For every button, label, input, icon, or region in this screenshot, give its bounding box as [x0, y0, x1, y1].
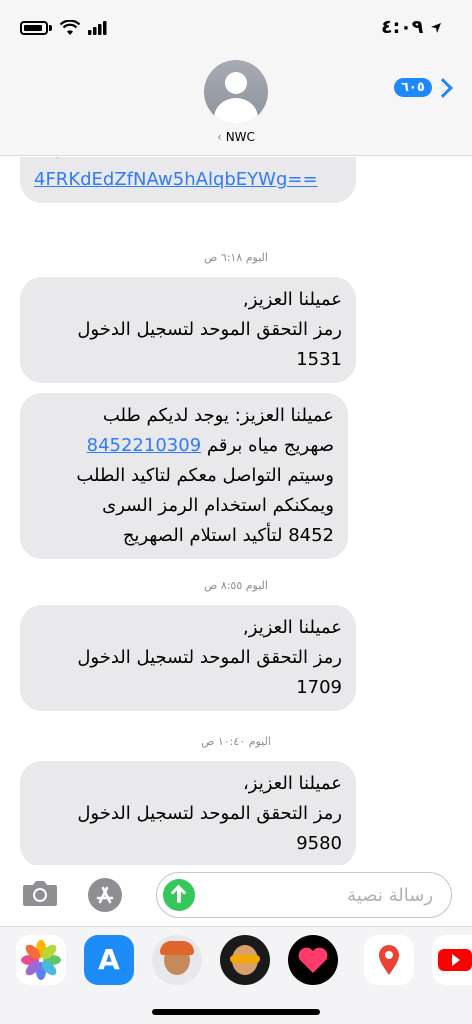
message-line: رمز التحقق الموحد لتسجيل الدخول [77, 319, 342, 340]
message-link-line[interactable]: CQ/ [34, 157, 342, 165]
memoji-icon[interactable] [152, 935, 202, 985]
message-bubble[interactable]: عميلنا العزيز: يوجد لديكم طلب صهريج مياه… [20, 393, 348, 559]
photos-icon[interactable] [16, 935, 66, 985]
contact-name: NWC [225, 130, 255, 144]
message-link-line[interactable]: 4FRKdEdZfNAw5hAlqbEYWg== [34, 165, 342, 195]
message-line: 9580 [296, 833, 342, 854]
timestamp: اليوم ١٠:٤٠ ص [201, 735, 271, 748]
status-bar: ٤:٠٩ [0, 0, 472, 56]
status-time: ٤:٠٩ [381, 16, 442, 38]
memoji-sunglasses-icon[interactable] [220, 935, 270, 985]
cellular-signal-icon [88, 21, 107, 35]
message-line: عميلنا العزيز, [243, 617, 342, 638]
message-input[interactable] [207, 881, 433, 909]
contact-avatar[interactable] [204, 60, 268, 124]
phone-number-link[interactable]: 8452210309 [87, 435, 202, 456]
battery-icon [20, 21, 48, 35]
app-store-glyph [96, 886, 114, 904]
avatar-head [225, 72, 247, 94]
location-arrow-icon [431, 22, 441, 33]
message-bubble[interactable]: عميلنا العزيز, رمز التحقق الموحد لتسجيل … [20, 277, 356, 383]
timestamp: اليوم ٦:١٨ ص [204, 251, 268, 264]
message-line: 1531 [296, 349, 342, 370]
message-line: عميلنا العزيز: يوجد لديكم طلب [102, 405, 334, 426]
send-button[interactable] [163, 879, 195, 911]
message-line: عميلنا العزيز, [243, 289, 342, 310]
youtube-glyph [438, 949, 472, 971]
message-line: ويمكنكم استخدام الرمز السرى [102, 495, 334, 516]
message-line: رمز التحقق الموحد لتسجيل الدخول [77, 803, 342, 824]
digital-touch-heart-icon[interactable] [288, 935, 338, 985]
timestamp: اليوم ٨:٥٥ ص [204, 579, 268, 592]
memoji-hat [160, 941, 194, 955]
app-store-app-icon[interactable]: A [84, 935, 134, 985]
home-indicator[interactable] [152, 1009, 320, 1015]
message-line: 8452 لتأكيد استلام الصهريج [122, 525, 334, 546]
message-text: صهريج مياه برقم [206, 435, 334, 456]
chevron-right-icon [432, 77, 453, 98]
heart-glyph [298, 947, 328, 973]
chevron-left-icon: ‹ [217, 130, 222, 144]
message-line: صهريج مياه برقم 8452210309 [34, 431, 334, 461]
back-button[interactable]: ٦٠٥ [394, 77, 453, 98]
status-icons [20, 20, 108, 36]
wifi-icon [60, 20, 80, 35]
contact-name-button[interactable]: ‹ NWC [0, 130, 472, 144]
unread-count-badge: ٦٠٥ [394, 78, 432, 97]
time-text: ٤:٠٩ [380, 16, 424, 38]
message-line: وسيتم التواصل معكم لتاكيد الطلب [76, 465, 334, 486]
message-bubble-link[interactable]: CQ/ 4FRKdEdZfNAw5hAlqbEYWg== [20, 157, 356, 203]
battery-tip [49, 25, 52, 31]
message-list[interactable]: CQ/ 4FRKdEdZfNAw5hAlqbEYWg== اليوم ٦:١٨ … [0, 157, 472, 865]
map-pin-glyph [379, 945, 399, 975]
conversation-header: ٦٠٥ ‹ NWC [0, 56, 472, 156]
camera-icon[interactable] [22, 878, 58, 908]
message-line: عميلنا العزيز، [242, 773, 342, 794]
app-store-icon[interactable] [88, 878, 122, 912]
message-line: رمز التحقق الموحد لتسجيل الدخول [77, 647, 342, 668]
message-bubble[interactable]: عميلنا العزيز, رمز التحقق الموحد لتسجيل … [20, 605, 356, 711]
youtube-icon[interactable] [432, 935, 472, 985]
message-input-field[interactable] [156, 872, 452, 918]
avatar-body [214, 98, 258, 124]
google-maps-icon[interactable] [364, 935, 414, 985]
photos-flower [21, 940, 61, 980]
compose-bar [0, 866, 472, 926]
message-line: 1709 [296, 677, 342, 698]
message-bubble[interactable]: عميلنا العزيز، رمز التحقق الموحد لتسجيل … [20, 761, 356, 865]
memoji-glasses [230, 955, 260, 963]
